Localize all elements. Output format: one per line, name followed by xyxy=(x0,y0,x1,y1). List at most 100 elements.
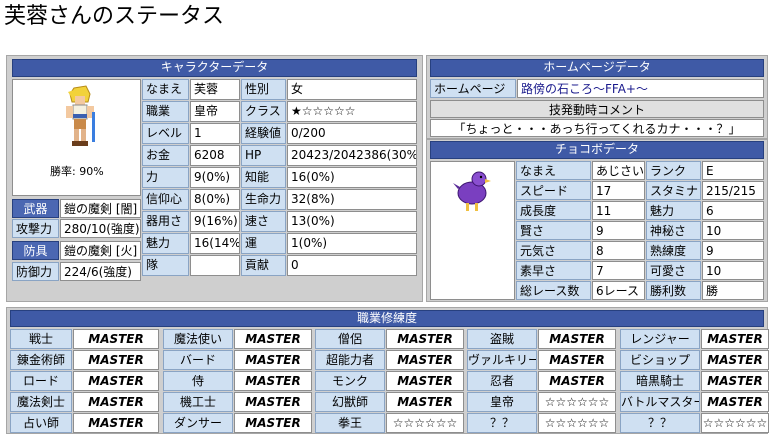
stat-label: 知能 xyxy=(241,167,286,188)
chocobo-stat-value: 9 xyxy=(592,221,645,240)
job-level: MASTER xyxy=(701,371,769,391)
job-level: MASTER xyxy=(73,392,159,412)
armor-value: 鎧の魔剣 [火] xyxy=(60,241,141,260)
stat-value: 1 xyxy=(190,123,240,144)
job-level: MASTER xyxy=(538,350,616,370)
job-name: 侍 xyxy=(163,371,233,391)
job-level: MASTER xyxy=(386,350,464,370)
chocobo-stat-label: 可愛さ xyxy=(646,261,701,280)
job-name: モンク xyxy=(315,371,385,391)
stat-value: 9(16%) xyxy=(190,211,240,232)
job-level: MASTER xyxy=(234,392,312,412)
chocobo-stat-label: 素早さ xyxy=(516,261,591,280)
chocobo-stat-value: 勝 xyxy=(702,281,764,300)
stat-label: 性別 xyxy=(241,79,286,100)
stat-value: 0/200 xyxy=(287,123,417,144)
job-name: 僧侶 xyxy=(315,329,385,349)
stat-value: 0 xyxy=(287,255,417,276)
job-level: MASTER xyxy=(386,392,464,412)
job-level: MASTER xyxy=(701,392,769,412)
job-level: MASTER xyxy=(234,329,312,349)
job-name: 錬金術師 xyxy=(10,350,72,370)
stat-label: 生命力 xyxy=(241,189,286,210)
job-name: 戦士 xyxy=(10,329,72,349)
chocobo-stat-value: E xyxy=(702,161,764,180)
weapon-label[interactable]: 武器 xyxy=(12,199,59,218)
win-rate-text: 勝率: 90% xyxy=(50,165,104,178)
armor-label[interactable]: 防具 xyxy=(12,241,59,260)
job-name: 魔法剣士 xyxy=(10,392,72,412)
job-level: ☆☆☆☆☆☆ xyxy=(386,413,464,433)
stat-value: 6208 xyxy=(190,145,240,166)
job-name: 魔法使い xyxy=(163,329,233,349)
chocobo-stat-value: 8 xyxy=(592,241,645,260)
job-name: バトルマスター xyxy=(620,392,700,412)
chocobo-stat-value: 7 xyxy=(592,261,645,280)
stat-label: レベル xyxy=(142,123,189,144)
character-sprite xyxy=(66,85,95,146)
stat-label: 運 xyxy=(241,233,286,254)
attack-label: 攻撃力 xyxy=(12,219,59,238)
job-name: 忍者 xyxy=(467,371,537,391)
job-name: バード xyxy=(163,350,233,370)
stat-label: 貢献 xyxy=(241,255,286,276)
job-level: ☆☆☆☆☆☆ xyxy=(538,413,616,433)
stat-label: 器用さ xyxy=(142,211,189,232)
chocobo-stat-value: 11 xyxy=(592,201,645,220)
stat-label: お金 xyxy=(142,145,189,166)
homepage-link[interactable]: 路傍の石ころ〜FFA+〜 xyxy=(517,79,764,98)
homepage-label: ホームページ xyxy=(430,79,516,98)
chocobo-stat-value: 9 xyxy=(702,241,764,260)
chocobo-stat-label: スピード xyxy=(516,181,591,200)
chocobo-stat-label: ランク xyxy=(646,161,701,180)
job-level: MASTER xyxy=(73,413,159,433)
stat-value: 芙蓉 xyxy=(190,79,240,100)
job-level: ☆☆☆☆☆☆ xyxy=(538,392,616,412)
chocobo-stat-label: 魅力 xyxy=(646,201,701,220)
stat-value: 9(0%) xyxy=(190,167,240,188)
weapon-value: 鎧の魔剣 [闇] xyxy=(60,199,141,218)
job-name: ダンサー xyxy=(163,413,233,433)
chocobo-stat-label: スタミナ xyxy=(646,181,701,200)
page-title: 芙蓉さんのステータス xyxy=(4,4,225,29)
skill-comment: 「ちょっと・・・あっち行ってくれるカナ・・・？」 xyxy=(430,119,764,137)
job-name: 超能力者 xyxy=(315,350,385,370)
job-name: 盗賊 xyxy=(467,329,537,349)
stat-value: 皇帝 xyxy=(190,101,240,122)
chocobo-stat-value: 215/215 xyxy=(702,181,764,200)
chocobo-sprite xyxy=(453,171,491,211)
job-name: 幻獣師 xyxy=(315,392,385,412)
stat-label: 経験値 xyxy=(241,123,286,144)
job-name: レンジャー xyxy=(620,329,700,349)
stat-label: 信仰心 xyxy=(142,189,189,210)
chocobo-stat-label: 元気さ xyxy=(516,241,591,260)
stat-value: 1(0%) xyxy=(287,233,417,254)
character-header: キャラクターデータ xyxy=(12,59,417,77)
job-name: 暗黒騎士 xyxy=(620,371,700,391)
job-name: ビショップ xyxy=(620,350,700,370)
stat-value: 32(8%) xyxy=(287,189,417,210)
chocobo-stat-label: 熟練度 xyxy=(646,241,701,260)
job-level: MASTER xyxy=(538,329,616,349)
stat-label: HP xyxy=(241,145,286,166)
chocobo-stat-value: 6レース xyxy=(592,281,645,300)
stat-label: なまえ xyxy=(142,79,189,100)
skill-comment-label: 技発動時コメント xyxy=(430,100,764,118)
chocobo-stat-value: 6 xyxy=(702,201,764,220)
stat-value: ★☆☆☆☆☆ xyxy=(287,101,417,122)
stat-label: 隊 xyxy=(142,255,189,276)
job-name: 機工士 xyxy=(163,392,233,412)
job-level: MASTER xyxy=(73,371,159,391)
chocobo-stat-label: 成長度 xyxy=(516,201,591,220)
job-name: 占い師 xyxy=(10,413,72,433)
stat-value: 8(0%) xyxy=(190,189,240,210)
job-mastery-header: 職業修練度 xyxy=(10,310,764,327)
stat-value: 13(0%) xyxy=(287,211,417,232)
job-name: 皇帝 xyxy=(467,392,537,412)
job-level: ☆☆☆☆☆☆ xyxy=(701,413,769,433)
stat-value: 16(0%) xyxy=(287,167,417,188)
job-level: MASTER xyxy=(386,371,464,391)
job-name: ヴァルキリー xyxy=(467,350,537,370)
job-name: ？？ xyxy=(620,413,700,433)
chocobo-stat-value: あじさい xyxy=(592,161,645,180)
